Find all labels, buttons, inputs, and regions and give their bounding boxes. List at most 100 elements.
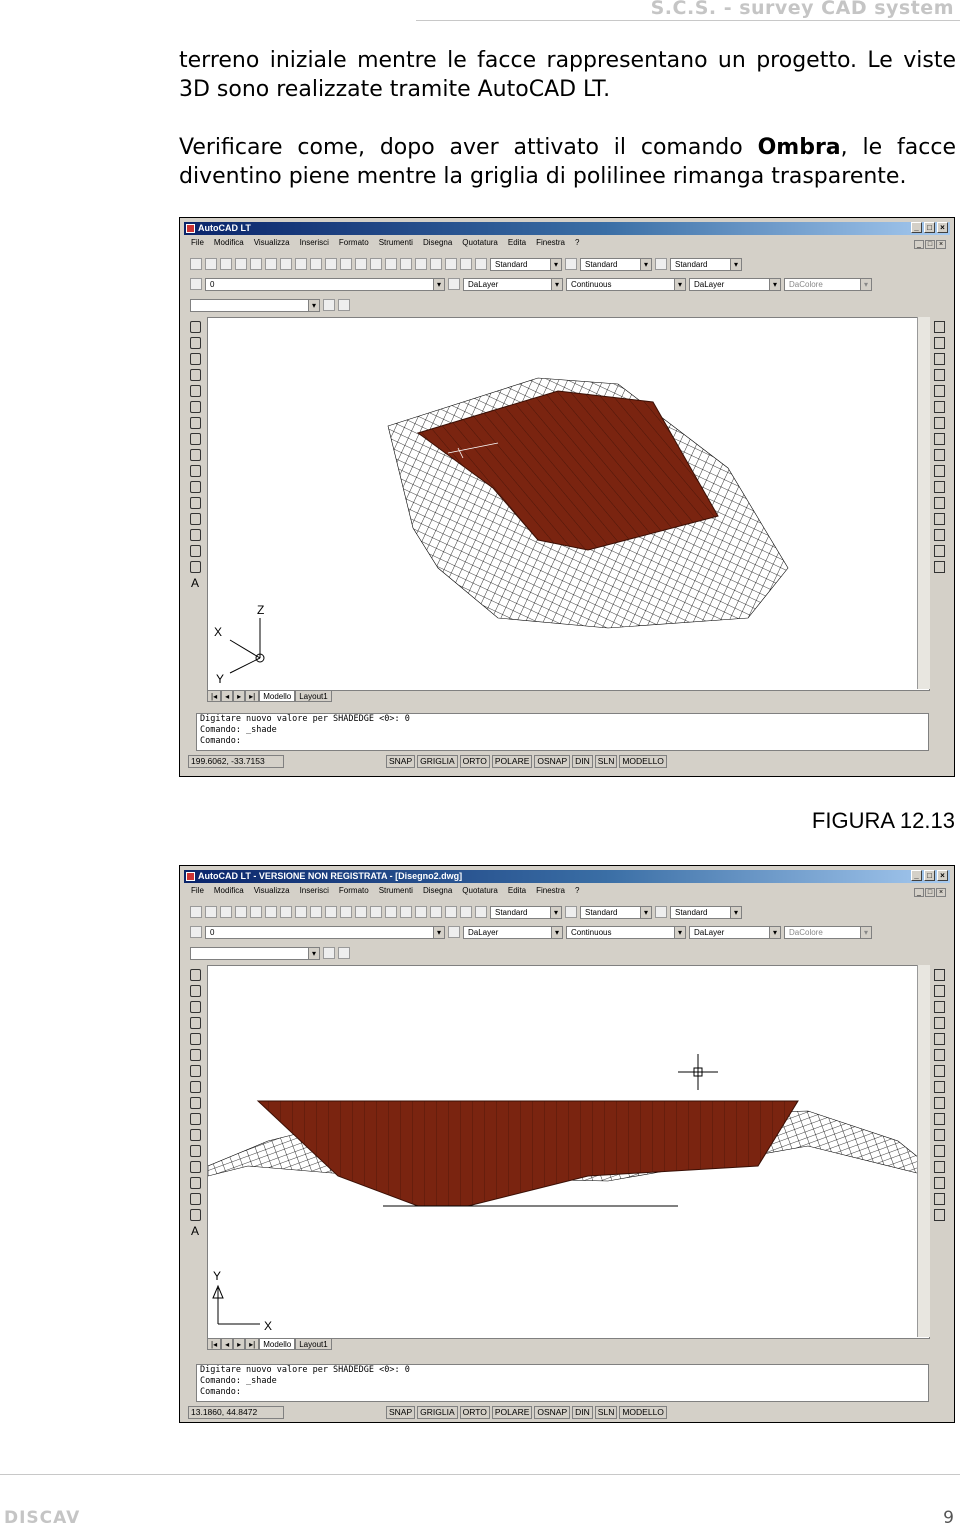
tool-palette-icon[interactable] bbox=[445, 258, 457, 270]
make-block-icon[interactable] bbox=[189, 497, 201, 509]
table-icon[interactable] bbox=[189, 1209, 201, 1221]
menu-finestra[interactable]: Finestra bbox=[531, 885, 570, 897]
tab-nav-prev[interactable]: ◂ bbox=[221, 691, 234, 702]
tab-layout1[interactable]: Layout1 bbox=[295, 1339, 332, 1350]
layer-select[interactable]: 0 bbox=[205, 925, 445, 939]
vertical-scrollbar[interactable] bbox=[917, 965, 930, 1337]
ucs-icon[interactable] bbox=[338, 299, 350, 311]
extend-icon[interactable] bbox=[933, 1129, 945, 1141]
match-icon[interactable] bbox=[310, 906, 322, 918]
array-icon[interactable] bbox=[933, 385, 945, 397]
stretch-icon[interactable] bbox=[933, 1097, 945, 1109]
preview-icon[interactable] bbox=[250, 258, 262, 270]
open-icon[interactable] bbox=[205, 906, 217, 918]
menu-disegna[interactable]: Disegna bbox=[418, 237, 457, 249]
plotstyle-select[interactable]: DaColore bbox=[784, 925, 872, 939]
model-toggle[interactable]: MODELLO bbox=[619, 1405, 667, 1419]
polar-toggle[interactable]: POLARE bbox=[491, 1405, 533, 1419]
new-icon[interactable] bbox=[190, 258, 202, 270]
menu-quotatura[interactable]: Quotatura bbox=[457, 885, 503, 897]
tab-nav-next[interactable]: ▸ bbox=[233, 1339, 246, 1350]
tab-nav-next[interactable]: ▸ bbox=[233, 691, 246, 702]
maximize-button[interactable]: □ bbox=[924, 870, 935, 881]
chamfer-icon[interactable] bbox=[933, 529, 945, 541]
table-style-select[interactable]: Standard bbox=[670, 905, 742, 919]
zoom-previous-icon[interactable] bbox=[400, 906, 412, 918]
polygon-icon[interactable] bbox=[189, 1017, 201, 1029]
view-icon[interactable] bbox=[323, 947, 335, 959]
match-icon[interactable] bbox=[310, 258, 322, 270]
cut-icon[interactable] bbox=[265, 906, 277, 918]
move-icon[interactable] bbox=[933, 401, 945, 413]
sln-toggle[interactable]: SLN bbox=[594, 1405, 618, 1419]
maximize-button[interactable]: □ bbox=[924, 222, 935, 233]
close-button[interactable]: × bbox=[937, 870, 948, 881]
text-style-select[interactable]: Standard bbox=[490, 905, 562, 919]
menu-help[interactable]: ? bbox=[570, 237, 584, 249]
vertical-scrollbar[interactable] bbox=[917, 317, 930, 689]
copy-object-icon[interactable] bbox=[933, 337, 945, 349]
erase-icon[interactable] bbox=[933, 969, 945, 981]
arc-3p-icon[interactable] bbox=[189, 401, 201, 413]
save-icon[interactable] bbox=[220, 258, 232, 270]
tab-nav-last[interactable]: ▸| bbox=[245, 1339, 260, 1350]
copy-icon[interactable] bbox=[280, 906, 292, 918]
cut-icon[interactable] bbox=[265, 258, 277, 270]
doc-restore-button[interactable]: □ bbox=[925, 888, 935, 897]
paste-icon[interactable] bbox=[295, 258, 307, 270]
offset-icon[interactable] bbox=[933, 1017, 945, 1029]
save-icon[interactable] bbox=[220, 906, 232, 918]
tool-palette-icon[interactable] bbox=[445, 906, 457, 918]
text-style-select[interactable]: Standard bbox=[490, 257, 562, 271]
menu-finestra[interactable]: Finestra bbox=[531, 237, 570, 249]
make-block-icon[interactable] bbox=[189, 1145, 201, 1157]
menu-file[interactable]: File bbox=[186, 237, 209, 249]
pan-icon[interactable] bbox=[355, 258, 367, 270]
line-icon[interactable] bbox=[189, 321, 201, 333]
menu-file[interactable]: File bbox=[186, 885, 209, 897]
color-select[interactable]: DaLayer bbox=[463, 277, 563, 291]
ellipse-icon[interactable] bbox=[189, 1113, 201, 1125]
layer-manager-icon[interactable] bbox=[190, 926, 202, 938]
calculator-icon[interactable] bbox=[460, 906, 472, 918]
tab-nav-first[interactable]: |◂ bbox=[207, 691, 222, 702]
design-center-icon[interactable] bbox=[430, 906, 442, 918]
polyline-icon[interactable] bbox=[189, 985, 201, 997]
copy-object-icon[interactable] bbox=[933, 985, 945, 997]
sln-toggle[interactable]: SLN bbox=[594, 754, 618, 768]
named-view-select[interactable] bbox=[190, 946, 320, 960]
menu-inserisci[interactable]: Inserisci bbox=[295, 237, 334, 249]
rectangle-icon[interactable] bbox=[189, 1033, 201, 1045]
close-button[interactable]: × bbox=[937, 222, 948, 233]
named-view-select[interactable] bbox=[190, 298, 320, 312]
doc-restore-button[interactable]: □ bbox=[925, 240, 935, 249]
paste-icon[interactable] bbox=[295, 906, 307, 918]
command-prompt[interactable]: Comando: bbox=[200, 1387, 928, 1398]
fillet-icon[interactable] bbox=[933, 545, 945, 557]
ucs-icon[interactable] bbox=[338, 947, 350, 959]
new-icon[interactable] bbox=[190, 906, 202, 918]
tab-nav-last[interactable]: ▸| bbox=[245, 691, 260, 702]
grid-toggle[interactable]: GRIGLIA bbox=[417, 754, 458, 768]
spline-icon[interactable] bbox=[189, 449, 201, 461]
make-current-icon[interactable] bbox=[448, 278, 460, 290]
zoom-window-icon[interactable] bbox=[385, 906, 397, 918]
properties-icon[interactable] bbox=[415, 258, 427, 270]
polyline-icon[interactable] bbox=[189, 337, 201, 349]
ellipse-icon[interactable] bbox=[189, 465, 201, 477]
ortho-toggle[interactable]: ORTO bbox=[459, 754, 490, 768]
chamfer-icon[interactable] bbox=[933, 1177, 945, 1189]
line-icon[interactable] bbox=[189, 969, 201, 981]
break-icon[interactable] bbox=[933, 1145, 945, 1157]
layer-select[interactable]: 0 bbox=[205, 277, 445, 291]
arc-3p-icon[interactable] bbox=[189, 1049, 201, 1061]
drawing-area-1[interactable]: Z X Y bbox=[207, 317, 930, 691]
tab-nav-first[interactable]: |◂ bbox=[207, 1339, 222, 1350]
linetype-select[interactable]: Continuous bbox=[566, 925, 686, 939]
region-icon[interactable] bbox=[189, 1193, 201, 1205]
revcloud-icon[interactable] bbox=[189, 433, 201, 445]
arc-icon[interactable] bbox=[189, 1001, 201, 1013]
explode-icon[interactable] bbox=[933, 561, 945, 573]
offset-icon[interactable] bbox=[933, 369, 945, 381]
table-icon[interactable] bbox=[189, 561, 201, 573]
